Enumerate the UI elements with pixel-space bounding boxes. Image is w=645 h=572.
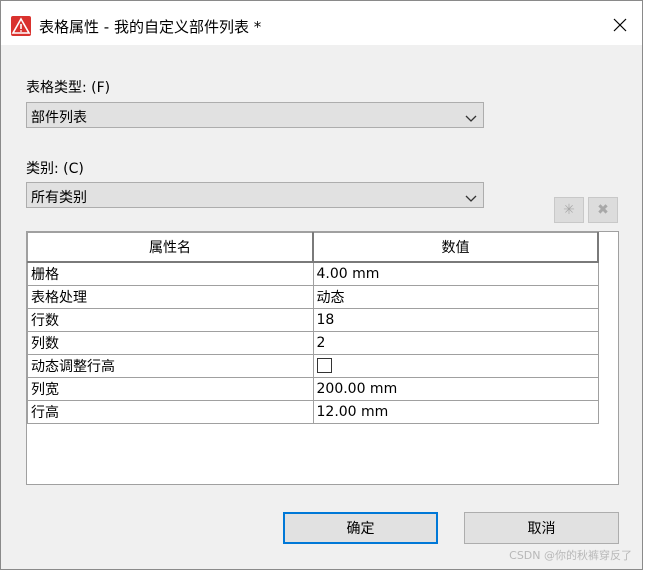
table-type-select[interactable]: 部件列表 (26, 102, 484, 128)
property-name: 行数 (27, 307, 314, 332)
property-value-field[interactable]: 200.00 mm (312, 376, 599, 401)
dynamic-row-height-checkbox[interactable] (316, 358, 332, 373)
category-label: 类别: (C) (26, 161, 84, 177)
property-table: 属性名 数值 栅格 4.00 mm 表格处理 动态 行数 18 列数 2 动态调… (27, 232, 599, 424)
properties-dialog: 表格属性 - 我的自定义部件列表 * 表格类型: (F) 部件列表 类别: (C… (0, 0, 643, 570)
table-row: 列宽 200.00 mm (27, 376, 599, 401)
category-select[interactable]: 所有类别 (26, 182, 484, 208)
table-row: 行高 12.00 mm (27, 399, 599, 424)
table-type-label: 表格类型: (F) (26, 80, 111, 96)
title-bar: 表格属性 - 我的自定义部件列表 * (1, 1, 642, 45)
table-row: 表格处理 动态 (27, 284, 599, 309)
asterisk-icon: ✳ (563, 202, 575, 218)
add-property-button[interactable]: ✳ (554, 197, 584, 223)
column-header-value[interactable]: 数值 (312, 232, 599, 263)
property-value-field[interactable]: 12.00 mm (312, 399, 599, 424)
property-value-field[interactable]: 动态 (312, 284, 599, 309)
delete-property-button[interactable]: ✖ (588, 197, 618, 223)
property-name: 列宽 (27, 376, 314, 401)
close-button[interactable] (606, 11, 634, 39)
property-name: 动态调整行高 (27, 353, 314, 378)
watermark: CSDN @你的秋裤穿反了 (509, 549, 632, 562)
category-value: 所有类别 (31, 190, 87, 206)
window-title: 表格属性 - 我的自定义部件列表 * (39, 18, 262, 36)
table-row: 动态调整行高 (27, 353, 599, 378)
property-value-cell (312, 353, 599, 378)
delete-x-icon: ✖ (597, 202, 609, 218)
table-header-row: 属性名 数值 (27, 232, 599, 263)
table-row: 栅格 4.00 mm (27, 261, 599, 286)
property-value-field[interactable]: 2 (312, 330, 599, 355)
cancel-button[interactable]: 取消 (464, 512, 619, 544)
table-row: 列数 2 (27, 330, 599, 355)
property-grid: 属性名 数值 栅格 4.00 mm 表格处理 动态 行数 18 列数 2 动态调… (26, 231, 619, 485)
table-row: 行数 18 (27, 307, 599, 332)
warning-triangle-icon (11, 16, 31, 36)
property-name: 列数 (27, 330, 314, 355)
property-name: 栅格 (27, 261, 314, 286)
close-icon (613, 18, 627, 32)
property-value-field[interactable]: 18 (312, 307, 599, 332)
column-header-name[interactable]: 属性名 (27, 232, 314, 263)
chevron-down-icon (465, 111, 477, 127)
table-type-value: 部件列表 (31, 110, 87, 126)
property-value-field[interactable]: 4.00 mm (312, 261, 599, 286)
chevron-down-icon (465, 191, 477, 207)
property-name: 表格处理 (27, 284, 314, 309)
ok-button[interactable]: 确定 (283, 512, 438, 544)
property-name: 行高 (27, 399, 314, 424)
